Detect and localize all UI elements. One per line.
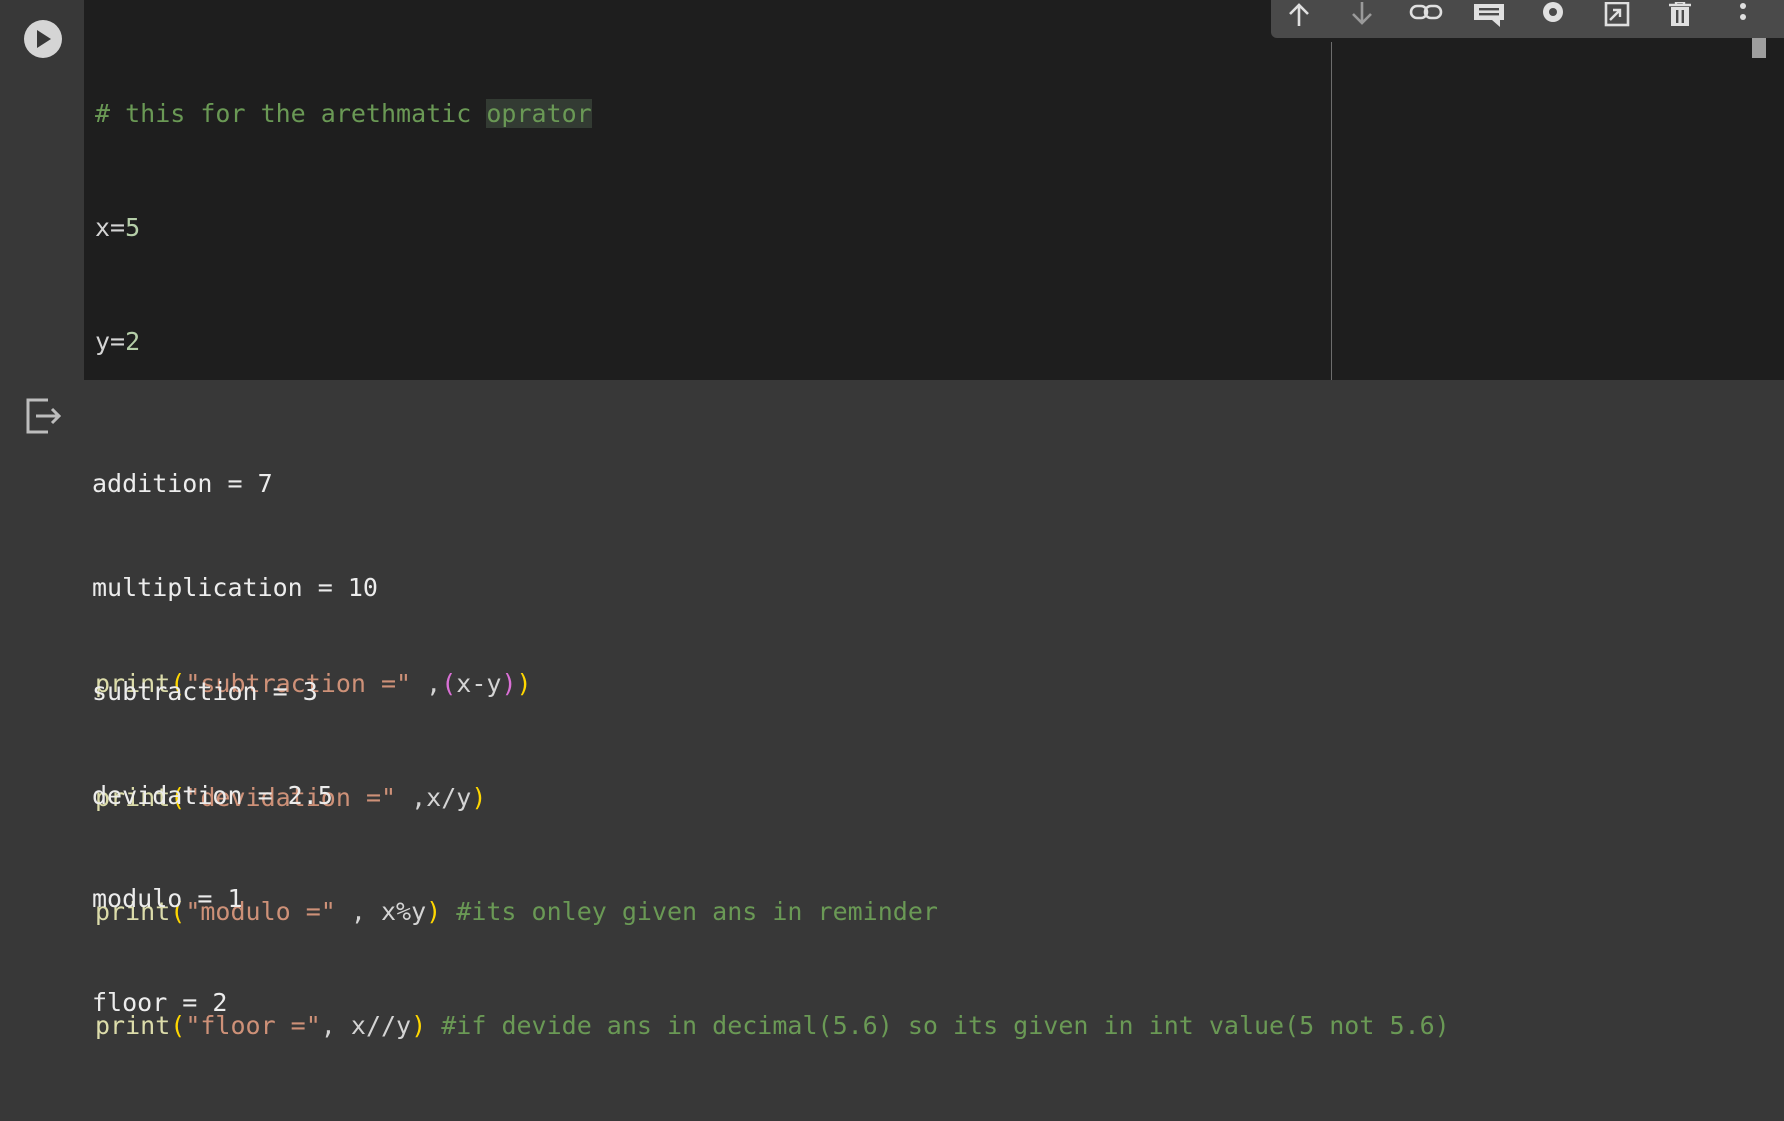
cell-toolbar xyxy=(1271,0,1784,38)
output-actions-button[interactable] xyxy=(24,396,64,436)
more-vertical-icon xyxy=(1740,3,1746,20)
code-line: y=2 xyxy=(95,327,141,356)
output-line: subtraction = 3 xyxy=(92,676,318,706)
output-icon xyxy=(26,398,62,434)
link-button[interactable] xyxy=(1408,0,1444,30)
cell-gutter xyxy=(4,0,84,380)
link-icon xyxy=(1409,4,1443,20)
code-cell[interactable]: # this for the arethmatic oprator x=5 y=… xyxy=(4,0,1784,1040)
code-line: # this for the arethmatic oprator xyxy=(95,95,1784,133)
output-line: addition = 7 xyxy=(92,469,273,499)
comment-icon xyxy=(1474,4,1504,27)
run-cell-button[interactable] xyxy=(24,20,62,58)
gear-icon xyxy=(1543,2,1563,22)
output-line: devidation = 2.5 xyxy=(92,780,333,810)
mirror-cell-icon xyxy=(1604,2,1630,27)
code-comment: # this for the arethmatic oprator xyxy=(95,99,592,128)
move-down-button[interactable] xyxy=(1344,0,1380,30)
code-line: x=5 xyxy=(95,213,141,242)
mirror-cell-button[interactable] xyxy=(1598,0,1634,30)
output-line: floor = 2 xyxy=(92,988,228,1018)
output-text: addition = 7 multiplication = 10 subtrac… xyxy=(92,398,378,1090)
trash-icon xyxy=(1669,2,1691,26)
move-up-button[interactable] xyxy=(1281,0,1317,30)
play-icon xyxy=(37,30,51,48)
cell-output: addition = 7 multiplication = 10 subtrac… xyxy=(0,380,1784,1017)
comment-button[interactable] xyxy=(1471,0,1507,30)
line-length-ruler xyxy=(1331,42,1332,380)
arrow-down-icon xyxy=(1352,2,1372,25)
output-line: multiplication = 10 xyxy=(92,572,378,602)
arrow-up-icon xyxy=(1289,3,1309,26)
output-line: modulo = 1 xyxy=(92,884,243,914)
more-options-button[interactable] xyxy=(1725,0,1761,30)
scrollbar-thumb[interactable] xyxy=(1752,38,1766,58)
settings-button[interactable] xyxy=(1535,0,1571,30)
delete-button[interactable] xyxy=(1662,0,1698,30)
